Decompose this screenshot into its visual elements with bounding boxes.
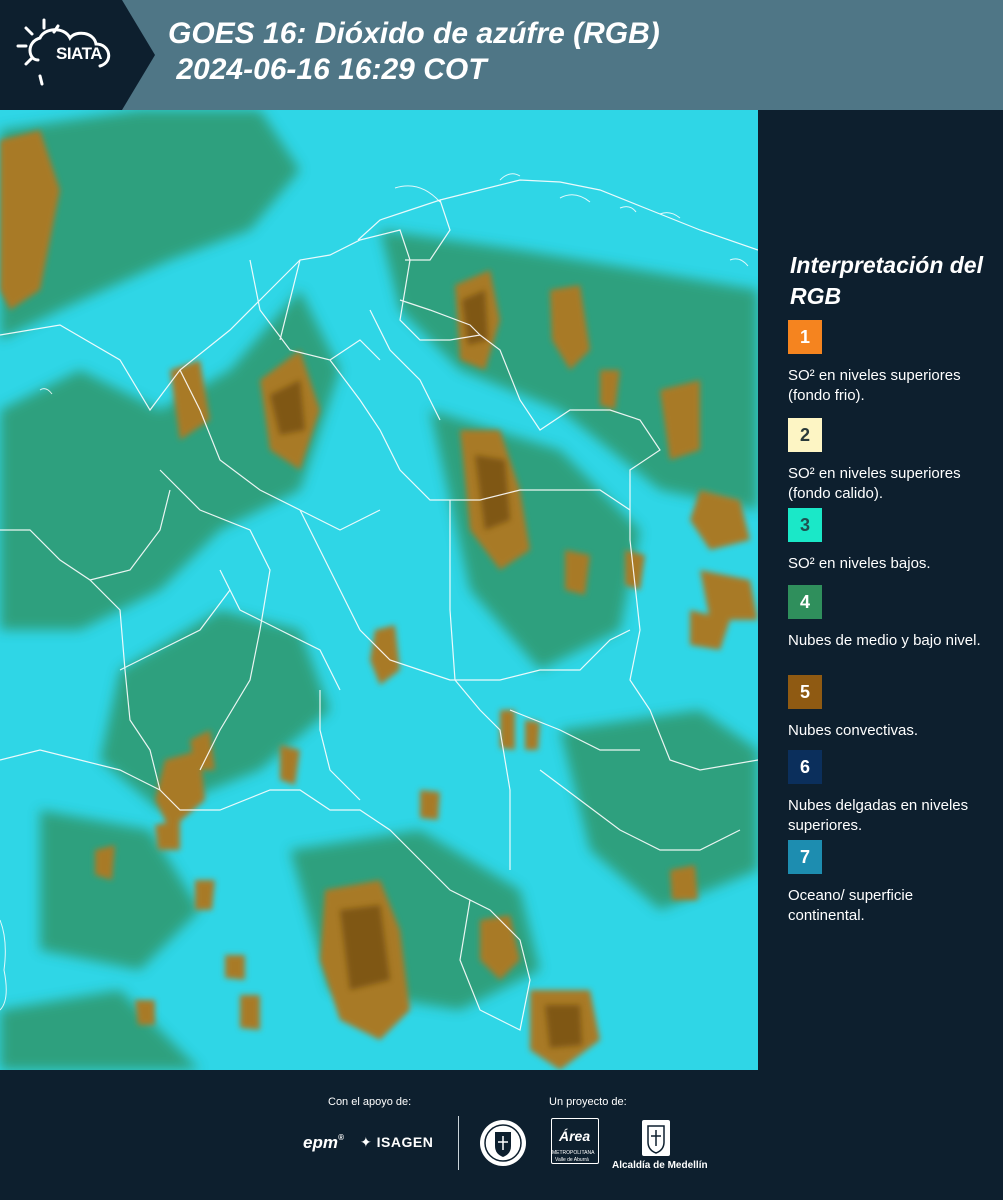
legend-item-7: 7 Oceano/ superficie continental. (788, 840, 993, 926)
legend-label: Nubes convectivas. (788, 722, 919, 739)
satellite-map[interactable] (0, 110, 758, 1070)
alcaldia-shield-icon (642, 1120, 670, 1156)
legend-item-6: 6 Nubes delgadas en niveles superiores. (788, 750, 993, 836)
legend-swatch: 1 (788, 320, 822, 354)
alcaldia-text: Alcaldía de Medellín (612, 1160, 708, 1171)
legend-title: Interpretación del RGB (790, 252, 983, 309)
area-text: Área (559, 1128, 591, 1144)
legend-swatch: 4 (788, 585, 822, 619)
legend-item-2: 2 SO² en niveles superiores (fondo calido… (788, 418, 993, 504)
legend-label: Nubes delgadas en niveles superiores. (788, 797, 969, 834)
rgb-imagery (0, 110, 758, 1070)
isagen-text: ISAGEN (376, 1134, 434, 1150)
legend-label: SO² en niveles superiores (fondo calido)… (788, 465, 961, 502)
isagen-symbol-icon: ✦ (360, 1134, 373, 1150)
area-metropolitana-logo: Área METROPOLITANA Valle de Aburrá (551, 1118, 601, 1168)
legend-item-5: 5 Nubes convectivas. (788, 675, 993, 741)
medellin-seal-icon (480, 1120, 526, 1166)
area-subtext-2: Valle de Aburrá (555, 1157, 589, 1163)
legend-swatch: 5 (788, 675, 822, 709)
siata-logo: SIATA (0, 0, 155, 110)
footer-divider (458, 1116, 459, 1170)
area-subtext: METROPOLITANA (552, 1150, 595, 1156)
header-bar: SIATA GOES 16: Dióxido de azúfre (RGB) 2… (0, 0, 1003, 110)
legend-item-3: 3 SO² en niveles bajos. (788, 508, 993, 574)
legend-item-1: 1 SO² en niveles superiores (fondo frio). (788, 320, 993, 406)
legend-swatch: 7 (788, 840, 822, 874)
epm-text: epm (303, 1133, 338, 1152)
support-caption: Con el apoyo de: (328, 1096, 412, 1108)
legend-label: SO² en niveles superiores (fondo frio). (788, 367, 961, 404)
legend-swatch: 6 (788, 750, 822, 784)
footer: Con el apoyo de: Un proyecto de: epm® ✦ … (0, 1070, 1003, 1200)
logo-text: SIATA (56, 44, 102, 63)
legend-swatch: 3 (788, 508, 822, 542)
legend-label: Oceano/ superficie continental. (788, 887, 914, 924)
project-caption: Un proyecto de: (549, 1096, 627, 1108)
legend-swatch: 2 (788, 418, 822, 452)
legend-label: Nubes de medio y bajo nivel. (788, 632, 981, 649)
legend-label: SO² en niveles bajos. (788, 555, 931, 572)
page-title: GOES 16: Dióxido de azúfre (RGB) 2024-06… (168, 16, 660, 88)
title-line-2: 2024-06-16 16:29 COT (168, 53, 487, 86)
legend-panel: Interpretación del RGB 1 SO² en niveles s… (758, 110, 1003, 1070)
isagen-logo: ✦ ISAGEN (360, 1134, 433, 1151)
title-line-1: GOES 16: Dióxido de azúfre (RGB) (168, 17, 660, 50)
legend-item-4: 4 Nubes de medio y bajo nivel. (788, 585, 993, 651)
epm-logo: epm® (303, 1133, 344, 1152)
